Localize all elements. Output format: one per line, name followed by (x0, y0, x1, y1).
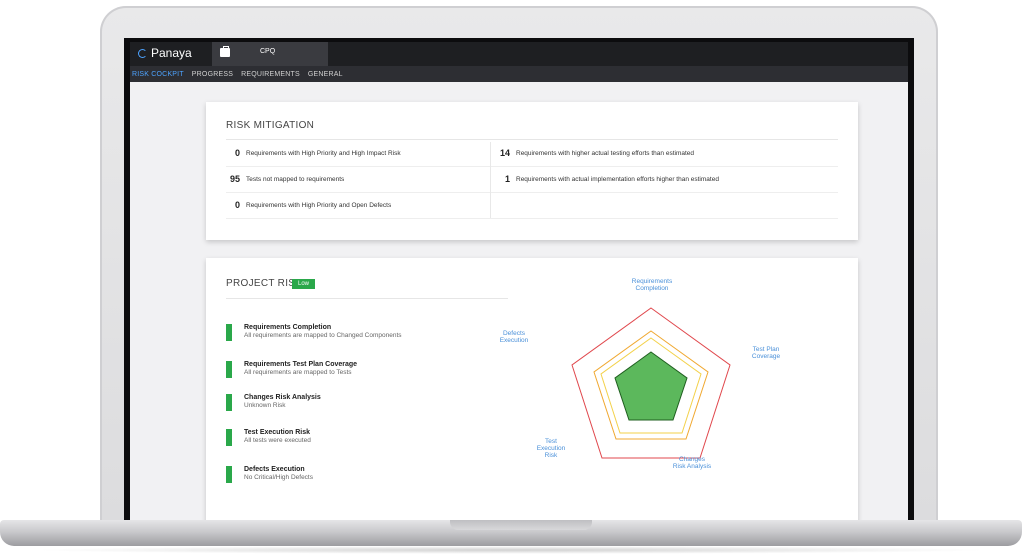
project-risk-title: PROJECT RISK (226, 278, 303, 289)
risk-level-badge: Low (292, 279, 316, 289)
project-tab-label: CPQ (260, 48, 276, 55)
risk-item-desc: No Critical/High Defects (244, 474, 313, 481)
nav-progress[interactable]: PROGRESS (192, 71, 233, 78)
mitigation-count: 0 (234, 200, 240, 210)
divider (226, 298, 508, 299)
risk-item-title: Requirements Completion (244, 324, 332, 331)
mitigation-label: Tests not mapped to requirements (246, 175, 345, 183)
sub-navigation: RISK COCKPIT PROGRESS REQUIREMENTS GENER… (130, 66, 908, 82)
mitigation-row[interactable]: 95 Tests not mapped to requirements (226, 174, 344, 184)
risk-item-title: Test Execution Risk (244, 429, 311, 436)
mitigation-count: 14 (499, 148, 510, 158)
column-divider (490, 142, 491, 218)
risk-item-desc: Unknown Risk (244, 402, 286, 409)
row-divider (226, 166, 838, 167)
mitigation-row[interactable]: 14 Requirements with higher actual testi… (496, 148, 694, 158)
mitigation-row[interactable]: 1 Requirements with actual implementatio… (496, 174, 719, 184)
status-bar (226, 394, 232, 411)
status-bar (226, 324, 232, 341)
briefcase-icon (220, 46, 230, 57)
risk-item-title: Requirements Test Plan Coverage (244, 361, 358, 368)
radar-label-bottom-left: Test Execution Risk (536, 438, 566, 459)
radar-label-bottom-right: Changes Risk Analysis (672, 456, 712, 470)
brand-logo[interactable]: Panaya (138, 46, 192, 60)
laptop-shadow (30, 546, 992, 554)
laptop-notch (450, 520, 592, 530)
risk-item-title: Changes Risk Analysis (244, 394, 321, 401)
top-bar: Panaya CPQ (130, 42, 908, 66)
risk-mitigation-card: RISK MITIGATION 0 Requirements with High… (206, 102, 858, 240)
nav-requirements[interactable]: REQUIREMENTS (241, 71, 300, 78)
risk-item[interactable]: Requirements Test Plan Coverage All requ… (226, 361, 357, 378)
risk-item-title: Defects Execution (244, 466, 305, 473)
mitigation-label: Requirements with High Priority and Open… (246, 201, 392, 209)
mitigation-label: Requirements with actual implementation … (516, 175, 719, 183)
status-bar (226, 466, 232, 483)
status-bar (226, 429, 232, 446)
risk-mitigation-title: RISK MITIGATION (226, 120, 315, 131)
radar-label-top: Requirements Completion (631, 278, 673, 292)
risk-item-desc: All tests were executed (244, 437, 311, 444)
divider (226, 139, 838, 140)
project-risk-card: PROJECT RISK Low Requirements Completion… (206, 258, 858, 526)
radar-label-left: Defects Execution (499, 330, 529, 344)
status-bar (226, 361, 232, 378)
mitigation-label: Requirements with High Priority and High… (246, 149, 401, 157)
mitigation-label: Requirements with higher actual testing … (516, 149, 695, 157)
mitigation-count: 95 (229, 174, 240, 184)
risk-item[interactable]: Requirements Completion All requirements… (226, 324, 402, 341)
brand-name: Panaya (151, 46, 192, 60)
risk-item-desc: All requirements are mapped to Tests (244, 369, 352, 376)
row-divider (226, 218, 838, 219)
panaya-logo-icon (138, 48, 147, 58)
radar-label-right: Test Plan Coverage (751, 346, 781, 360)
mitigation-row[interactable]: 0 Requirements with High Priority and Op… (226, 200, 391, 210)
risk-item[interactable]: Changes Risk Analysis Unknown Risk (226, 394, 321, 411)
app-screen: Panaya CPQ RISK COCKPIT PROGRESS REQUIRE… (130, 42, 908, 526)
mitigation-count: 0 (234, 148, 240, 158)
risk-item[interactable]: Test Execution Risk All tests were execu… (226, 429, 311, 446)
risk-item[interactable]: Defects Execution No Critical/High Defec… (226, 466, 313, 483)
nav-general[interactable]: GENERAL (308, 71, 343, 78)
mitigation-count: 1 (504, 174, 510, 184)
risk-item-desc: All requirements are mapped to Changed C… (244, 332, 402, 339)
nav-risk-cockpit[interactable]: RISK COCKPIT (132, 71, 184, 78)
row-divider (226, 192, 838, 193)
radar-chart (571, 307, 731, 459)
radar-value-area (614, 351, 688, 421)
mitigation-row[interactable]: 0 Requirements with High Priority and Hi… (226, 148, 401, 158)
